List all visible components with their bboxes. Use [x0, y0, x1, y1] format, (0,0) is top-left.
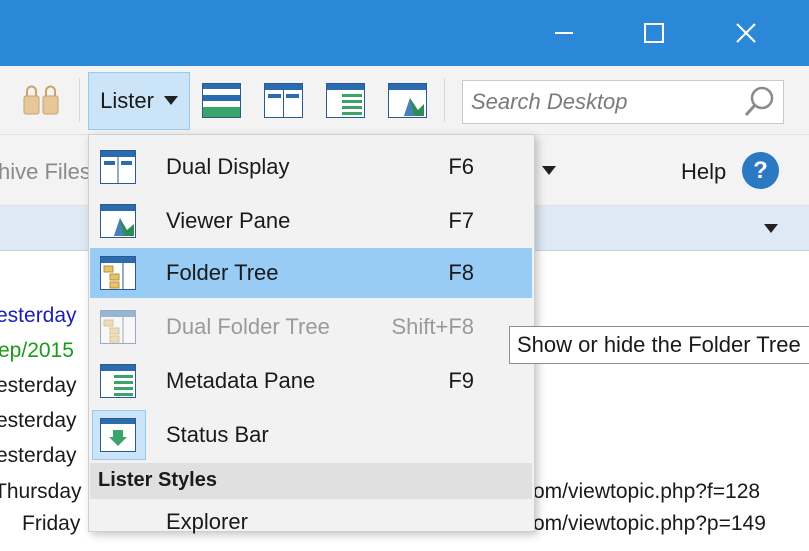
file-url[interactable]: om/viewtopic.php?f=128: [533, 480, 760, 504]
toolbar-separator: [444, 78, 445, 122]
metadata-pane-icon: [326, 83, 365, 118]
menu-item-shortcut: F7: [448, 208, 474, 233]
metadata-toolbar-button[interactable]: [326, 82, 366, 120]
menu-item-label: Dual Folder Tree: [166, 314, 330, 339]
file-url[interactable]: om/viewtopic.php?p=149: [533, 512, 766, 536]
tooltip: Show or hide the Folder Tree: [509, 326, 809, 364]
dual-display-icon: [264, 83, 303, 118]
menu-item-metadata-pane[interactable]: Metadata Pane F9: [90, 356, 532, 406]
file-date[interactable]: Thursday: [0, 480, 82, 504]
chevron-down-icon[interactable]: [764, 224, 778, 234]
file-date[interactable]: esterday: [0, 444, 77, 468]
lock-panes-button[interactable]: [22, 82, 62, 120]
chevron-down-icon: [163, 96, 178, 105]
menu-item-shortcut: Shift+F8: [391, 314, 474, 339]
folder-tree-icon: [100, 256, 136, 290]
section-label: Lister Styles: [98, 469, 217, 491]
search-icon[interactable]: [743, 85, 777, 119]
menu-item-label: Explorer: [166, 509, 248, 534]
viewer-pane-icon: [388, 83, 427, 118]
menu-item-label: Dual Display: [166, 154, 290, 179]
file-date[interactable]: ep/2015: [0, 339, 74, 363]
menu-item-shortcut: F8: [448, 260, 474, 285]
toolbar: Lister Search Desktop: [0, 66, 809, 135]
menu-item-folder-tree[interactable]: Folder Tree F8: [90, 248, 532, 298]
maximize-icon: [644, 23, 664, 43]
file-date[interactable]: esterday: [0, 409, 77, 433]
menu-item-label: Viewer Pane: [166, 208, 291, 233]
menu-item-label: Folder Tree: [166, 260, 279, 285]
menu-item-shortcut: F6: [448, 154, 474, 179]
menu-item-shortcut: F9: [448, 368, 474, 393]
file-date[interactable]: esterday: [0, 304, 77, 328]
title-bar: [0, 0, 809, 66]
metadata-pane-icon: [100, 364, 136, 398]
maximize-button[interactable]: [624, 0, 684, 66]
minimize-icon: [555, 32, 573, 34]
status-bar-icon: [100, 418, 136, 452]
single-display-icon: [202, 83, 241, 118]
help-label[interactable]: Help: [681, 159, 726, 185]
close-button[interactable]: [716, 0, 776, 66]
help-icon[interactable]: ?: [742, 152, 779, 189]
menu-item-label: Status Bar: [166, 422, 269, 447]
chevron-down-icon[interactable]: [542, 166, 556, 176]
dual-display-icon: [100, 150, 136, 184]
dual-folder-tree-icon: [100, 310, 136, 344]
menu-section-header: Lister Styles: [90, 463, 532, 499]
menu-item-dual-display[interactable]: Dual Display F6: [90, 142, 532, 192]
padlock-icon: [23, 85, 59, 115]
menu-item-explorer-style[interactable]: Explorer: [90, 501, 532, 551]
tooltip-text: Show or hide the Folder Tree: [517, 332, 801, 357]
menu-item-viewer-pane[interactable]: Viewer Pane F7: [90, 196, 532, 246]
single-display-button[interactable]: [202, 82, 242, 120]
search-input[interactable]: Search Desktop: [471, 89, 628, 115]
dual-display-toolbar-button[interactable]: [264, 82, 304, 120]
minimize-button[interactable]: [534, 0, 594, 66]
close-icon: [736, 23, 756, 43]
menu-item-status-bar[interactable]: Status Bar: [90, 410, 532, 460]
viewer-pane-icon: [100, 204, 136, 238]
file-date[interactable]: Friday: [22, 512, 80, 536]
archive-files-label[interactable]: hive Files: [0, 159, 91, 185]
file-date[interactable]: esterday: [0, 374, 77, 398]
toolbar-separator: [79, 78, 80, 122]
lister-dropdown-menu: Dual Display F6 Viewer Pane F7 Folder Tr…: [88, 134, 535, 534]
lister-label: Lister: [100, 88, 154, 113]
menu-item-label: Metadata Pane: [166, 368, 316, 393]
search-box[interactable]: Search Desktop: [462, 80, 784, 124]
viewer-toolbar-button[interactable]: [388, 82, 428, 120]
lister-menu-button[interactable]: Lister: [88, 72, 190, 130]
menu-item-dual-folder-tree[interactable]: Dual Folder Tree Shift+F8: [90, 302, 532, 352]
